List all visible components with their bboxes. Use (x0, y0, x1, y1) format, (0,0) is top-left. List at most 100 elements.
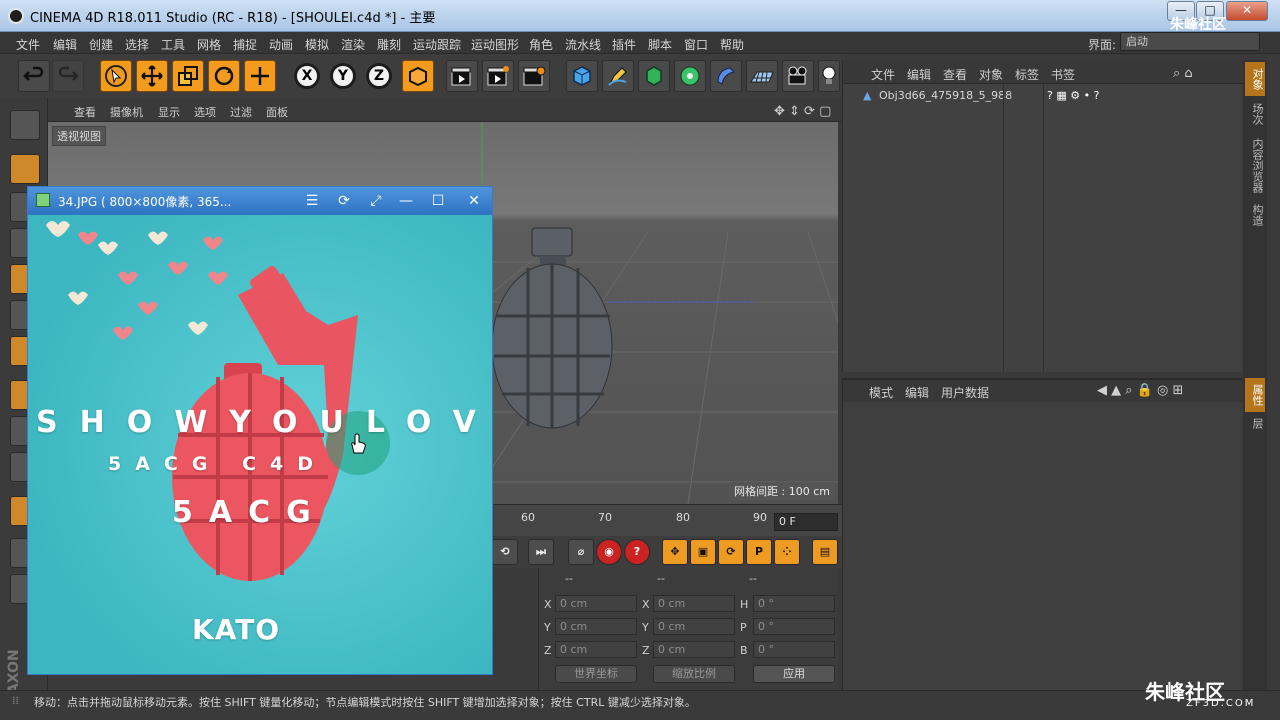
camera-button[interactable] (782, 60, 814, 92)
render-settings-button[interactable] (518, 60, 550, 92)
record-parameter-button[interactable]: P (746, 539, 772, 565)
menu-tools[interactable]: 工具 (161, 36, 185, 53)
menu-edit[interactable]: 编辑 (53, 36, 77, 53)
am-menu-edit[interactable]: 编辑 (905, 384, 929, 401)
om-menu-view[interactable]: 查看 (943, 66, 967, 83)
viewer-maximize-button[interactable]: ☐ (426, 191, 450, 211)
viewer-fullscreen-icon[interactable]: ⤢ (364, 191, 388, 211)
om-menu-objects[interactable]: 对象 (979, 66, 1003, 83)
am-menu-user-data[interactable]: 用户数据 (941, 384, 989, 401)
menu-create[interactable]: 创建 (89, 36, 113, 53)
image-viewer-titlebar[interactable]: 34.JPG ( 800×800像素, 365... ☰ ⟳ ⤢ — ☐ ✕ (28, 187, 492, 215)
size-mode-select[interactable]: 缩放比例 (653, 665, 735, 683)
tab-content-browser[interactable]: 内容浏览器 (1245, 132, 1265, 198)
interface-layout-select[interactable]: 启动 (1120, 32, 1260, 51)
deformer-button[interactable] (710, 60, 742, 92)
redo-button[interactable] (52, 60, 84, 92)
goto-end-button[interactable]: ⏭ (528, 539, 554, 565)
size-x-field[interactable]: 0 cm (653, 595, 735, 612)
y-axis-lock-button[interactable]: Y (330, 63, 356, 89)
subdivision-surface-button[interactable] (638, 60, 670, 92)
tab-objects[interactable]: 对象 (1245, 62, 1265, 96)
coordinate-system-button[interactable] (402, 60, 434, 92)
menu-select[interactable]: 选择 (125, 36, 149, 53)
object-visibility-toggle[interactable]: ⁞ (1009, 89, 1013, 102)
om-search-icon[interactable]: ⌕ ⌂ (1173, 66, 1193, 81)
size-y-field[interactable]: 0 cm (653, 618, 735, 635)
am-menu-mode[interactable]: 模式 (869, 384, 893, 401)
rotation-h-field[interactable]: 0 ° (753, 595, 835, 612)
rotate-tool-button[interactable] (208, 60, 240, 92)
viewer-minimize-button[interactable]: — (394, 191, 418, 211)
om-menu-tags[interactable]: 标签 (1015, 66, 1039, 83)
recent-tool-button[interactable] (244, 60, 276, 92)
light-button[interactable] (818, 60, 840, 92)
menu-snap[interactable]: 捕捉 (233, 36, 257, 53)
end-frame-field[interactable]: 0 F (774, 513, 838, 531)
make-editable-button[interactable] (10, 110, 40, 140)
record-scale-button[interactable]: ▣ (690, 539, 716, 565)
om-menu-bookmarks[interactable]: 书签 (1051, 66, 1075, 83)
cloner-button[interactable] (674, 60, 706, 92)
keyframe-selection-button[interactable]: ? (624, 539, 650, 565)
floor-button[interactable] (746, 60, 778, 92)
viewport-menu-options[interactable]: 选项 (194, 104, 216, 120)
render-to-picture-viewer-button[interactable] (482, 60, 514, 92)
add-cube-button[interactable] (566, 60, 598, 92)
menu-render[interactable]: 渲染 (341, 36, 365, 53)
viewport-menu-panel[interactable]: 面板 (266, 104, 288, 120)
menu-plugins[interactable]: 插件 (612, 36, 636, 53)
x-axis-lock-button[interactable]: X (294, 63, 320, 89)
object-name[interactable]: Obj3d66_475918_5_988 (879, 89, 1012, 102)
menu-mograph[interactable]: 运动图形 (471, 36, 519, 53)
position-y-field[interactable]: 0 cm (555, 618, 637, 635)
move-tool-button[interactable] (136, 60, 168, 92)
record-active-button[interactable]: ⌀ (568, 539, 594, 565)
model-mode-button[interactable] (10, 154, 40, 184)
am-nav-icons[interactable]: ◀ ▲ ⌕ 🔒 ◎ ⊞ (1097, 383, 1183, 398)
render-view-button[interactable] (446, 60, 478, 92)
viewport-menu-view[interactable]: 查看 (74, 104, 96, 120)
om-menu-file[interactable]: 文件 (871, 66, 895, 83)
close-button[interactable]: ✕ (1226, 1, 1268, 21)
tab-takes[interactable]: 场次 (1245, 96, 1265, 132)
tab-attributes[interactable]: 属性 (1245, 378, 1265, 412)
menu-script[interactable]: 脚本 (648, 36, 672, 53)
coordinate-space-select[interactable]: 世界坐标 (555, 665, 637, 683)
viewport-menu-cameras[interactable]: 摄像机 (110, 104, 143, 120)
record-rotation-button[interactable]: ⟳ (718, 539, 744, 565)
live-select-button[interactable] (100, 60, 132, 92)
menu-pipeline[interactable]: 流水线 (565, 36, 601, 53)
tab-layers[interactable]: 层 (1245, 412, 1265, 434)
menu-file[interactable]: 文件 (16, 36, 40, 53)
viewport-menu-display[interactable]: 显示 (158, 104, 180, 120)
menu-window[interactable]: 窗口 (684, 36, 708, 53)
record-pla-button[interactable]: ⁘ (774, 539, 800, 565)
menu-character[interactable]: 角色 (529, 36, 553, 53)
undo-button[interactable] (18, 60, 50, 92)
timeline-window-button[interactable]: ▤ (812, 539, 838, 565)
viewer-menu-icon[interactable]: ☰ (300, 191, 324, 211)
viewer-rotate-icon[interactable]: ⟳ (332, 191, 356, 211)
tab-structure[interactable]: 构造 (1245, 198, 1265, 232)
menu-sculpt[interactable]: 雕刻 (377, 36, 401, 53)
viewport-menu-filter[interactable]: 过滤 (230, 104, 252, 120)
rotation-p-field[interactable]: 0 ° (753, 618, 835, 635)
menu-simulate[interactable]: 模拟 (305, 36, 329, 53)
menu-mesh[interactable]: 网格 (197, 36, 221, 53)
size-z-field[interactable]: 0 cm (653, 641, 735, 658)
rotation-b-field[interactable]: 0 ° (753, 641, 835, 658)
object-tags[interactable]: ? ▦ ⚙ • ? (1047, 89, 1099, 102)
om-menu-edit[interactable]: 编辑 (907, 66, 931, 83)
menu-motion-tracking[interactable]: 运动跟踪 (413, 36, 461, 53)
position-x-field[interactable]: 0 cm (555, 595, 637, 612)
image-viewer-window[interactable]: 34.JPG ( 800×800像素, 365... ☰ ⟳ ⤢ — ☐ ✕ S… (27, 186, 493, 675)
viewport-navigation-icons[interactable]: ✥ ⇕ ⟳ ▢ (774, 104, 831, 119)
pen-tool-button[interactable] (602, 60, 634, 92)
loop-button[interactable]: ⟲ (492, 539, 518, 565)
apply-button[interactable]: 应用 (753, 665, 835, 683)
autokey-button[interactable]: ◉ (596, 539, 622, 565)
viewer-close-button[interactable]: ✕ (462, 191, 486, 211)
record-position-button[interactable]: ✥ (662, 539, 688, 565)
menu-animate[interactable]: 动画 (269, 36, 293, 53)
